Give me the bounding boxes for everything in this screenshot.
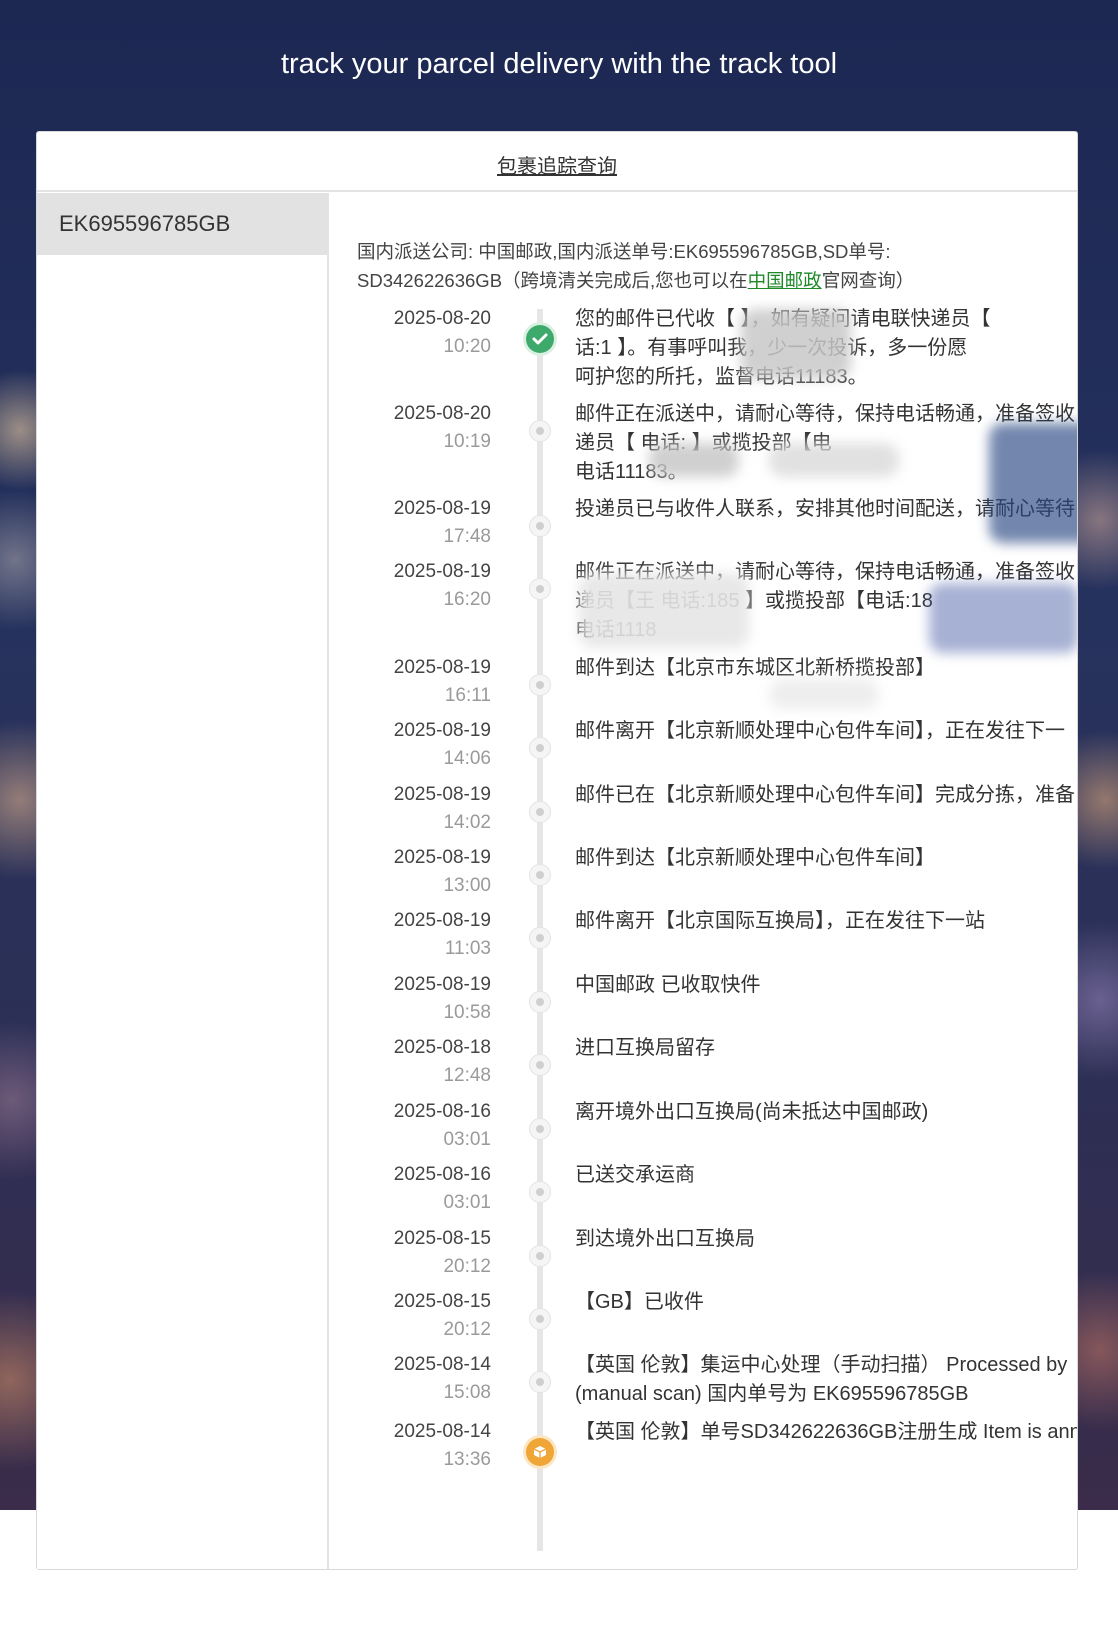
event-description: 离开境外出口互换局(尚未抵达中国邮政) (575, 1098, 1077, 1127)
delivered-check-icon (526, 325, 554, 353)
privacy-blur-5 (579, 573, 749, 648)
event-date: 2025-08-19 (393, 561, 491, 582)
event-description: 【GB】已收件 (575, 1288, 1077, 1317)
delivery-info-line2: SD342622636GB（跨境清关完成后,您也可以在中国邮政官网查询） (357, 266, 1057, 295)
delivery-info: 国内派送公司: 中国邮政,国内派送单号:EK695596785GB,SD单号: … (357, 237, 1057, 295)
timeline-dot-icon (529, 991, 551, 1013)
timeline-dot-icon (529, 420, 551, 442)
event-description: 中国邮政 已收取快件 (575, 971, 1077, 1000)
timeline-dot-icon (529, 737, 551, 759)
event-time: 03:01 (443, 1192, 491, 1213)
delivery-info-text: SD342622636GB（跨境清关完成后,您也可以在 (357, 270, 748, 291)
tracking-card: 包裹追踪查询 EK695596785GB 国内派送公司: 中国邮政,国内派送单号… (36, 131, 1078, 1570)
timeline-dot-icon (529, 674, 551, 696)
event-description-line: 离开境外出口互换局(尚未抵达中国邮政) (575, 1101, 929, 1123)
event-description-line: 中国邮政 已收取快件 (575, 974, 761, 996)
event-time: 13:00 (443, 875, 491, 896)
event-time: 14:06 (443, 748, 491, 769)
event-date: 2025-08-18 (393, 1037, 491, 1058)
event-description: 到达境外出口互换局 (575, 1225, 1077, 1254)
event-description: 邮件到达【北京新顺处理中心包件车间】 (575, 844, 1077, 873)
event-time: 10:58 (443, 1002, 491, 1023)
event-description: 进口互换局留存 (575, 1034, 1077, 1063)
hero-heading-cropped (0, 0, 1118, 35)
event-description-line: 邮件到达【北京新顺处理中心包件车间】 (575, 847, 935, 869)
event-time: 13:36 (443, 1449, 491, 1470)
event-description-line: 【英国 伦敦】集运中心处理（手动扫描） Processed by (575, 1354, 1068, 1376)
event-time: 15:08 (443, 1382, 491, 1403)
event-description-line: 邮件离开【北京国际互换局】，正在发往下一站 (575, 910, 985, 932)
event-time: 03:01 (443, 1129, 491, 1150)
event-time: 17:48 (443, 526, 491, 547)
event-description-line: 邮件离开【北京新顺处理中心包件车间】，正在发往下一 (575, 720, 1065, 742)
hero-tagline: track your parcel delivery with the trac… (280, 48, 838, 80)
event-description: 【英国 伦敦】单号SD342622636GB注册生成 Item is ann (575, 1418, 1077, 1447)
privacy-blur-2 (649, 443, 739, 477)
event-date: 2025-08-19 (393, 720, 491, 741)
event-description: 【英国 伦敦】集运中心处理（手动扫描） Processed by (manual … (575, 1351, 1077, 1409)
timeline-dot-icon (529, 801, 551, 823)
event-time: 10:20 (443, 336, 491, 357)
event-date: 2025-08-15 (393, 1228, 491, 1249)
timeline-dot-icon (529, 1118, 551, 1140)
event-date: 2025-08-14 (393, 1421, 491, 1442)
event-date: 2025-08-19 (393, 657, 491, 678)
event-description-line: 已送交承运商 (575, 1164, 695, 1186)
privacy-blur-4 (989, 423, 1077, 543)
event-time: 16:11 (444, 685, 491, 706)
event-description-line: 【GB】已收件 (575, 1291, 704, 1313)
timeline-dot-icon (529, 1054, 551, 1076)
delivery-info-text-end: 官网查询） (821, 270, 915, 291)
event-time: 11:03 (444, 938, 491, 959)
delivery-info-line1: 国内派送公司: 中国邮政,国内派送单号:EK695596785GB,SD单号: (357, 241, 891, 262)
event-date: 2025-08-19 (393, 847, 491, 868)
card-header: 包裹追踪查询 (37, 132, 1077, 192)
event-time: 14:02 (443, 812, 491, 833)
tracking-detail-panel: 国内派送公司: 中国邮政,国内派送单号:EK695596785GB,SD单号: … (329, 193, 1077, 1569)
timeline-dot-icon (529, 927, 551, 949)
privacy-blur-6 (929, 583, 1077, 653)
event-description-line: 进口互换局留存 (575, 1037, 715, 1059)
sidebar-item-tracking-number[interactable]: EK695596785GB (37, 193, 327, 255)
event-date: 2025-08-19 (393, 784, 491, 805)
event-description-line: 邮件已在【北京新顺处理中心包件车间】完成分拣，准备 (575, 784, 1075, 806)
privacy-blur-3 (769, 443, 899, 477)
event-time: 12:48 (443, 1065, 491, 1086)
event-time: 16:20 (443, 589, 491, 610)
china-post-link[interactable]: 中国邮政 (748, 270, 822, 291)
timeline-dot-icon (529, 1308, 551, 1330)
event-description-line: 到达境外出口互换局 (575, 1228, 755, 1250)
event-description-line: (manual scan) 国内单号为 EK695596785GB (575, 1383, 969, 1405)
event-time: 20:12 (443, 1256, 491, 1277)
event-date: 2025-08-16 (393, 1101, 491, 1122)
event-description: 邮件离开【北京新顺处理中心包件车间】，正在发往下一 (575, 717, 1077, 746)
event-date: 2025-08-20 (393, 308, 491, 329)
event-description: 邮件离开【北京国际互换局】，正在发往下一站 (575, 907, 1077, 936)
timeline-dot-icon (529, 864, 551, 886)
timeline-dot-icon (529, 1181, 551, 1203)
tracking-query-link[interactable]: 包裹追踪查询 (497, 150, 617, 179)
timeline-dot-icon (529, 578, 551, 600)
timeline-dot-icon (529, 1371, 551, 1393)
event-time: 20:12 (443, 1319, 491, 1340)
timeline-dot-icon (529, 515, 551, 537)
timeline-dot-icon (529, 1245, 551, 1267)
event-description: 邮件已在【北京新顺处理中心包件车间】完成分拣，准备 (575, 781, 1077, 810)
event-date: 2025-08-20 (393, 403, 491, 424)
privacy-blur-1 (741, 309, 851, 379)
tracking-number-sidebar: EK695596785GB (37, 193, 329, 1569)
event-date: 2025-08-19 (393, 974, 491, 995)
event-date: 2025-08-19 (393, 910, 491, 931)
privacy-blur-7 (769, 679, 879, 709)
event-date: 2025-08-15 (393, 1291, 491, 1312)
event-date: 2025-08-16 (393, 1164, 491, 1185)
event-description-line: 【英国 伦敦】单号SD342622636GB注册生成 Item is ann (575, 1421, 1077, 1443)
event-description: 已送交承运商 (575, 1161, 1077, 1190)
event-time: 10:19 (443, 431, 491, 452)
package-origin-icon (526, 1438, 554, 1466)
event-date: 2025-08-19 (393, 498, 491, 519)
event-date: 2025-08-14 (393, 1354, 491, 1375)
